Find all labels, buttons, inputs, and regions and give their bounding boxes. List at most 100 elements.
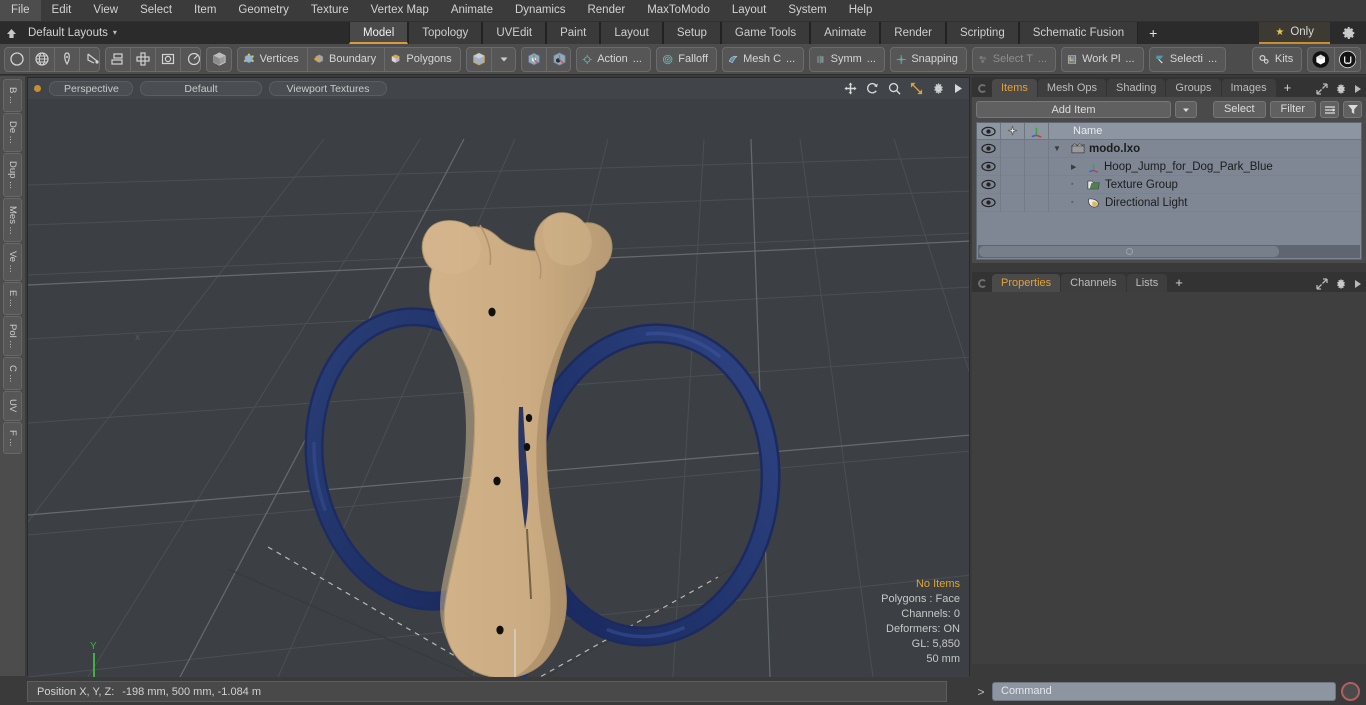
pen-icon[interactable] (55, 47, 80, 71)
expand-icon[interactable] (1316, 278, 1328, 290)
menu-item-layout[interactable]: Layout (721, 0, 778, 21)
tab-schematic-fusion[interactable]: Schematic Fusion (1018, 22, 1139, 44)
work-plane-button[interactable]: Work Pl ... (1062, 48, 1143, 71)
tab-mesh-ops[interactable]: Mesh Ops (1037, 79, 1107, 97)
tree-item-directional-light[interactable]: ▪ Directional Light (1049, 197, 1187, 209)
tab-lists[interactable]: Lists (1126, 274, 1168, 292)
left-tab-basic[interactable]: B ... (3, 79, 22, 112)
row-visibility-toggle[interactable] (977, 175, 1001, 194)
menu-item-help[interactable]: Help (838, 0, 884, 21)
fit-icon[interactable] (910, 82, 923, 95)
tab-layout[interactable]: Layout (600, 22, 663, 44)
mesh-constraint-button[interactable]: Mesh C ... (723, 48, 803, 71)
pan-icon[interactable] (844, 82, 857, 95)
tab-game-tools[interactable]: Game Tools (720, 22, 811, 44)
curve-icon[interactable] (80, 48, 99, 71)
play-icon[interactable] (1354, 84, 1362, 94)
tab-model[interactable]: Model (348, 22, 409, 44)
unreal-icon[interactable] (1335, 48, 1360, 71)
viewport-menu-dot-icon[interactable] (34, 85, 41, 92)
gear-icon[interactable] (932, 82, 945, 95)
tab-render[interactable]: Render (880, 22, 946, 44)
left-tab-uv[interactable]: UV (3, 391, 22, 421)
add-item-button[interactable]: Add Item (976, 101, 1171, 118)
center-icon[interactable] (131, 47, 157, 71)
select-button[interactable]: Select (1212, 101, 1266, 118)
left-tab-polygon[interactable]: Pol ... (3, 315, 22, 356)
scrollbar-thumb[interactable] (979, 246, 1279, 257)
menu-item-dynamics[interactable]: Dynamics (504, 0, 576, 21)
falloff-button[interactable]: Falloff (657, 48, 716, 71)
record-icon[interactable] (1341, 682, 1360, 701)
unity-icon[interactable] (1308, 47, 1335, 71)
home-icon[interactable] (0, 22, 22, 44)
viewport-view-type[interactable]: Perspective (49, 81, 133, 96)
kits-button[interactable]: Kits (1253, 48, 1301, 71)
menu-item-render[interactable]: Render (576, 0, 636, 21)
menu-item-vertex-map[interactable]: Vertex Map (360, 0, 440, 21)
circle-icon[interactable] (5, 47, 30, 71)
play-icon[interactable] (1354, 279, 1362, 289)
symmetry-button[interactable]: Symm ... (810, 48, 884, 71)
tree-item-mesh[interactable]: ▶ Hoop_Jump_for_Dog_Park_Blue (1049, 161, 1273, 173)
left-tab-fusion[interactable]: F ... (3, 421, 22, 454)
row-visibility-toggle[interactable] (977, 139, 1001, 158)
items-tree[interactable]: Name ▼ modo.lxo ▶ Hoop_Jump_for_Dog_Park… (976, 122, 1362, 260)
menu-item-file[interactable]: File (0, 0, 41, 21)
pivot-center-icon[interactable] (522, 47, 547, 71)
boundary-mode-button[interactable]: Boundary (308, 47, 386, 71)
polygons-mode-button[interactable]: Polygons (385, 48, 460, 71)
add-panel-tab-button[interactable]: + (1277, 79, 1299, 97)
cube-icon[interactable] (207, 48, 231, 71)
expander-icon[interactable]: ▶ (1071, 163, 1083, 171)
expand-icon[interactable] (1316, 83, 1328, 95)
globe-icon[interactable] (30, 47, 55, 71)
left-tab-deform[interactable]: De ... (3, 112, 22, 152)
menu-item-edit[interactable]: Edit (41, 0, 83, 21)
default-layouts-dropdown[interactable]: Default Layouts ▾ (22, 22, 125, 44)
tab-scripting[interactable]: Scripting (945, 22, 1019, 44)
zoom-icon[interactable] (888, 82, 901, 95)
radial-icon[interactable] (181, 48, 200, 71)
tab-paint[interactable]: Paint (546, 22, 601, 44)
selection-set-button[interactable]: Selecti ... (1150, 48, 1226, 71)
tab-setup[interactable]: Setup (662, 22, 721, 44)
filter-funnel-icon[interactable] (1343, 101, 1362, 118)
expander-icon[interactable]: ▼ (1053, 144, 1067, 153)
menu-item-system[interactable]: System (777, 0, 837, 21)
add-item-dropdown-button[interactable] (1174, 101, 1197, 118)
menu-item-texture[interactable]: Texture (300, 0, 360, 21)
viewport-textures-mode[interactable]: Viewport Textures (269, 81, 387, 96)
row-visibility-toggle[interactable] (977, 193, 1001, 212)
gear-icon[interactable] (1335, 278, 1347, 290)
table-row[interactable]: ▶ Hoop_Jump_for_Dog_Park_Blue (977, 157, 1361, 176)
only-toggle-button[interactable]: ★ Only (1259, 22, 1330, 44)
table-row[interactable]: ▼ modo.lxo (977, 139, 1361, 158)
command-input[interactable]: Command (992, 682, 1336, 701)
viewport-shading-preset[interactable]: Default (140, 81, 262, 96)
left-tab-edge[interactable]: E ... (3, 281, 22, 315)
gear-icon[interactable] (1334, 22, 1364, 44)
items-tree-scrollbar[interactable] (978, 245, 1360, 258)
table-row[interactable]: ▪ Texture Group (977, 175, 1361, 194)
tab-images[interactable]: Images (1221, 79, 1276, 97)
action-center-button[interactable]: Action ... (577, 48, 650, 71)
vertices-mode-button[interactable]: Vertices (238, 47, 308, 71)
snapping-button[interactable]: Snapping (891, 48, 966, 71)
panel-menu-dot-icon[interactable] (978, 279, 987, 288)
left-tab-mesh-edit[interactable]: Mes ... (3, 197, 22, 243)
menu-item-animate[interactable]: Animate (440, 0, 504, 21)
tab-topology[interactable]: Topology (408, 22, 483, 44)
select-through-button[interactable]: Select T ... (973, 48, 1055, 71)
play-icon[interactable] (954, 83, 963, 94)
list-options-icon[interactable] (1320, 101, 1339, 118)
viewport-3d-canvas[interactable]: Y X Z x (28, 99, 969, 677)
tab-groups[interactable]: Groups (1166, 79, 1221, 97)
menu-item-geometry[interactable]: Geometry (227, 0, 300, 21)
menu-item-maxtomodo[interactable]: MaxToModo (636, 0, 721, 21)
gear-icon[interactable] (1335, 83, 1347, 95)
tab-shading[interactable]: Shading (1107, 79, 1166, 97)
menu-item-item[interactable]: Item (183, 0, 227, 21)
tree-item-scene[interactable]: ▼ modo.lxo (1049, 143, 1140, 155)
cube-solid-icon[interactable] (467, 47, 492, 71)
